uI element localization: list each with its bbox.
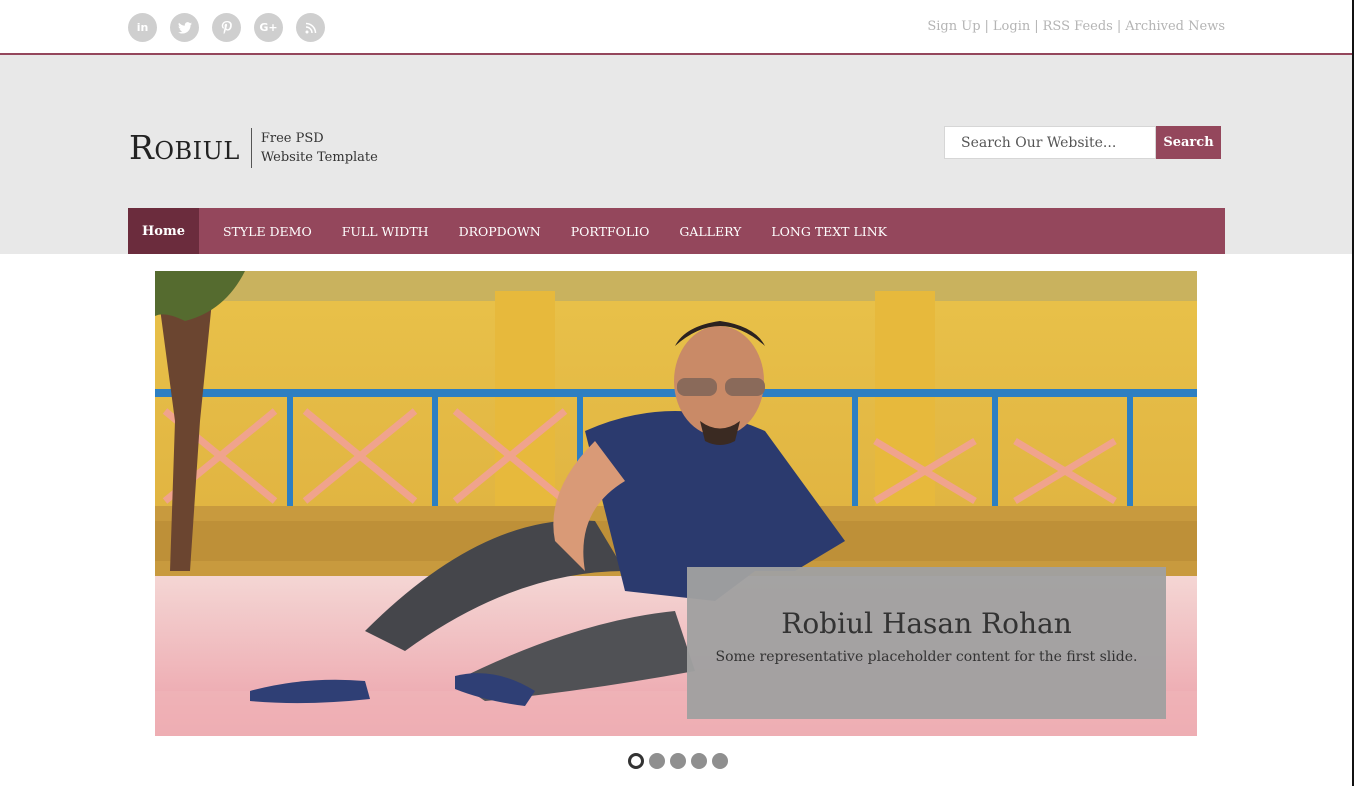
slide-text: Some representative placeholder content …	[715, 649, 1138, 665]
top-bar: in G+ Sign Up | Login | RSS Feeds | Arch…	[0, 0, 1354, 55]
archived-news-link[interactable]: Archived News	[1125, 19, 1225, 34]
pinterest-icon[interactable]	[212, 13, 241, 42]
search-input[interactable]	[944, 126, 1156, 159]
nav-gallery[interactable]: GALLERY	[664, 208, 756, 254]
slide-title: Robiul Hasan Rohan	[781, 607, 1072, 640]
signup-link[interactable]: Sign Up	[927, 19, 980, 34]
nav-style-demo[interactable]: STYLE DEMO	[208, 208, 327, 254]
search-button[interactable]: Search	[1156, 126, 1221, 159]
nav-home[interactable]: Home	[128, 208, 199, 254]
slider-pagination	[628, 753, 728, 769]
login-link[interactable]: Login	[993, 19, 1030, 34]
site-logo[interactable]: ROBIUL Free PSD Website Template	[129, 125, 378, 170]
rss-feeds-link[interactable]: RSS Feeds	[1043, 19, 1113, 34]
tagline-line-2: Website Template	[260, 149, 378, 165]
logo-name: ROBIUL	[129, 128, 240, 167]
slide-caption: Robiul Hasan Rohan Some representative p…	[687, 567, 1166, 719]
linkedin-icon[interactable]: in	[128, 13, 157, 42]
hero-slider[interactable]: Robiul Hasan Rohan Some representative p…	[155, 271, 1197, 736]
nav-portfolio[interactable]: PORTFOLIO	[556, 208, 665, 254]
site-header: ROBIUL Free PSD Website Template Search …	[0, 55, 1354, 254]
slider-dot-5[interactable]	[712, 753, 728, 769]
twitter-icon[interactable]	[170, 13, 199, 42]
slider-dot-4[interactable]	[691, 753, 707, 769]
nav-dropdown[interactable]: DROPDOWN	[444, 208, 556, 254]
tagline-line-1: Free PSD	[260, 130, 324, 146]
social-links: in G+	[128, 13, 325, 42]
link-separator: |	[1116, 19, 1122, 34]
google-plus-icon[interactable]: G+	[254, 13, 283, 42]
link-separator: |	[1034, 19, 1039, 34]
main-navigation: Home STYLE DEMO FULL WIDTH DROPDOWN PORT…	[128, 208, 1225, 254]
logo-divider	[250, 127, 252, 168]
link-separator: |	[984, 19, 989, 34]
search-form: Search	[944, 126, 1221, 159]
rss-icon[interactable]	[296, 13, 325, 42]
top-links: Sign Up | Login | RSS Feeds | Archived N…	[927, 19, 1225, 34]
nav-full-width[interactable]: FULL WIDTH	[327, 208, 444, 254]
slider-dot-1[interactable]	[628, 753, 644, 769]
logo-tagline: Free PSD Website Template	[261, 129, 378, 167]
nav-long-text-link[interactable]: LONG TEXT LINK	[756, 208, 902, 254]
slider-dot-2[interactable]	[649, 753, 665, 769]
slider-dot-3[interactable]	[670, 753, 686, 769]
